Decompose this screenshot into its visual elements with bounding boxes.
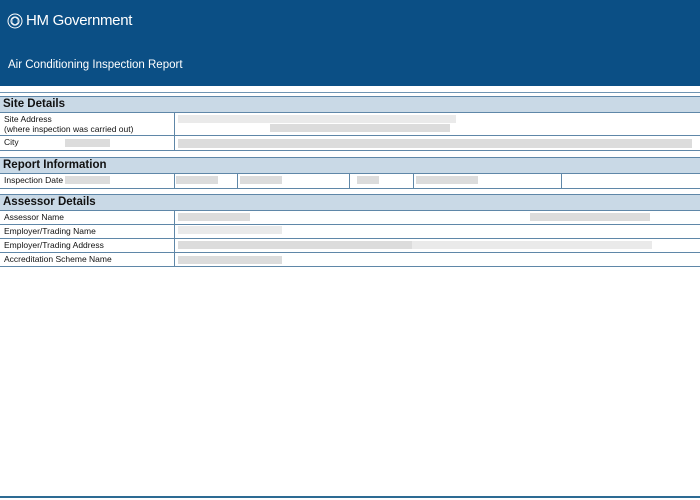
page-footer-rule xyxy=(0,496,700,498)
inspection-date-row: Inspection Date xyxy=(0,174,700,189)
redacted-date-part xyxy=(65,176,110,184)
city-label: City xyxy=(4,137,19,147)
inspection-date-label: Inspection Date xyxy=(4,175,64,185)
employer-address-label: Employer/Trading Address xyxy=(4,240,104,250)
redacted-assessor-name-extra xyxy=(530,213,650,221)
assessor-name-row: Assessor Name xyxy=(0,211,700,225)
employer-name-label: Employer/Trading Name xyxy=(4,226,96,236)
redacted-assessor-name xyxy=(178,213,250,221)
city-row: City xyxy=(0,136,700,151)
assessor-name-label: Assessor Name xyxy=(4,212,64,222)
site-address-sublabel: (where inspection was carried out) xyxy=(4,124,134,134)
redacted-date-day xyxy=(176,176,218,184)
redacted-date-extra xyxy=(416,176,478,184)
site-address-row: Site Address (where inspection was carri… xyxy=(0,113,700,136)
royal-crest-icon xyxy=(7,13,23,28)
accreditation-label: Accreditation Scheme Name xyxy=(4,254,112,264)
divider xyxy=(0,92,700,93)
hm-government-logo: HM Government xyxy=(7,12,132,29)
assessor-details-section: Assessor Details Assessor Name Employer/… xyxy=(0,194,700,267)
site-details-section: Site Details Site Address (where inspect… xyxy=(0,96,700,151)
section-title: Site Details xyxy=(0,96,700,113)
redacted-site-address-line2 xyxy=(270,124,450,132)
redacted-employer-address-cont xyxy=(412,241,652,249)
section-title: Assessor Details xyxy=(0,194,700,211)
redacted-employer-address xyxy=(178,241,412,249)
site-address-label: Site Address (where inspection was carri… xyxy=(4,114,134,134)
redacted-employer-name xyxy=(178,226,282,234)
brand-name: HM Government xyxy=(26,12,133,29)
report-information-section: Report Information Inspection Date xyxy=(0,157,700,189)
report-title: Air Conditioning Inspection Report xyxy=(8,59,183,71)
redacted-city-code xyxy=(65,139,110,147)
redacted-city xyxy=(178,139,692,148)
redacted-date-year xyxy=(357,176,379,184)
accreditation-row: Accreditation Scheme Name xyxy=(0,253,700,267)
redacted-site-address xyxy=(178,115,456,123)
redacted-date-month xyxy=(240,176,282,184)
report-header: HM Government Air Conditioning Inspectio… xyxy=(0,0,700,86)
employer-address-row: Employer/Trading Address xyxy=(0,239,700,253)
employer-name-row: Employer/Trading Name xyxy=(0,225,700,239)
redacted-accreditation-scheme xyxy=(178,256,282,264)
section-title: Report Information xyxy=(0,157,700,174)
